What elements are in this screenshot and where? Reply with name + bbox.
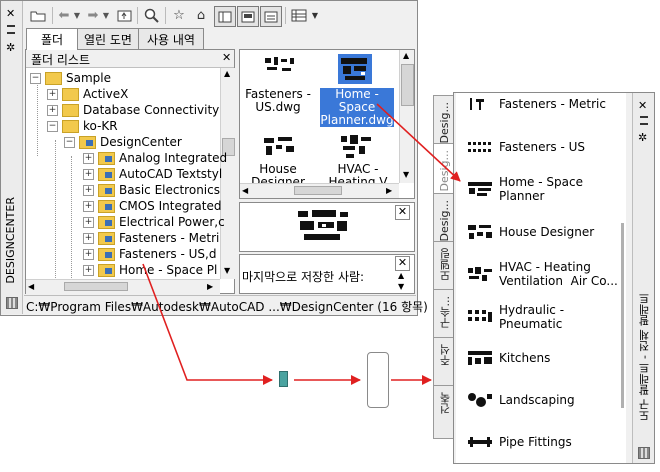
tab-folders[interactable]: 폴더	[26, 28, 78, 50]
arrow-to-drop-icon	[142, 263, 273, 385]
arrow-to-palette	[376, 103, 461, 182]
annotation-arrows	[142, 103, 461, 385]
